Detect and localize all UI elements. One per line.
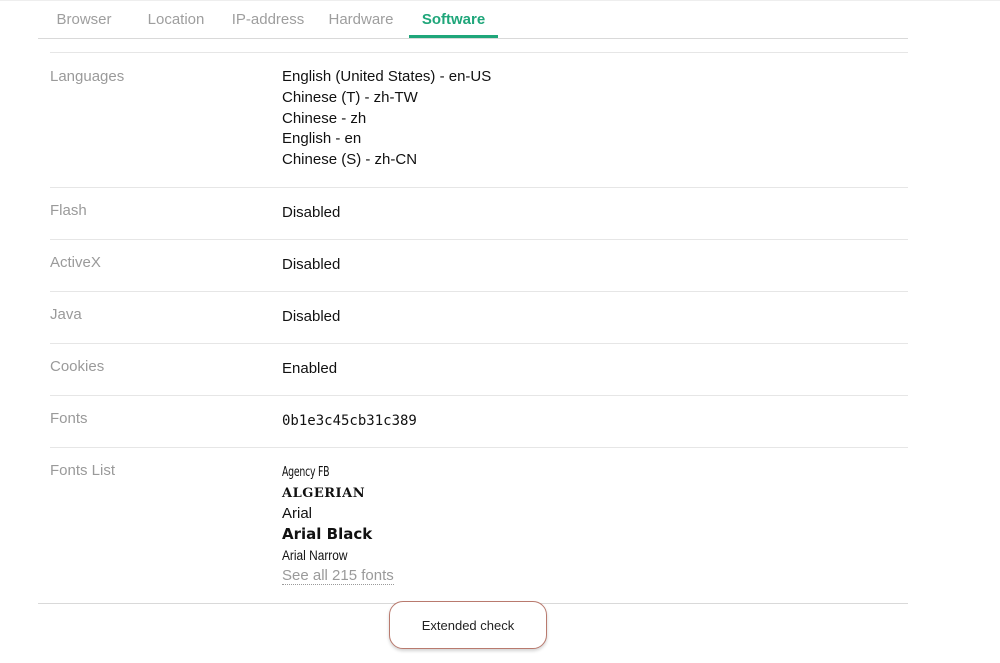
row-divider bbox=[50, 187, 908, 188]
extended-check-button[interactable]: Extended check bbox=[389, 601, 547, 649]
activex-value: Disabled bbox=[282, 256, 341, 273]
software-page: Browser Location IP-address Hardware Sof… bbox=[0, 0, 1000, 663]
fonts-list-label: Fonts List bbox=[50, 462, 116, 479]
font-sample-arial-narrow: Arial Narrow bbox=[282, 547, 348, 564]
extended-check-label: Extended check bbox=[421, 617, 515, 633]
language-item: Chinese (T) - zh-TW bbox=[282, 88, 418, 106]
tab-ip-address[interactable]: IP-address bbox=[228, 11, 308, 38]
active-tab-indicator bbox=[409, 35, 498, 38]
java-label: Java bbox=[50, 306, 82, 323]
languages-list: English (United States) - en-US Chinese … bbox=[282, 67, 491, 171]
language-item: Chinese (S) - zh-CN bbox=[282, 151, 418, 169]
tab-software[interactable]: Software bbox=[409, 11, 498, 38]
row-divider bbox=[50, 291, 908, 292]
tab-location[interactable]: Location bbox=[138, 11, 214, 38]
activex-label: ActiveX bbox=[50, 254, 101, 271]
language-item: Chinese - zh bbox=[282, 109, 367, 127]
fonts-label: Fonts bbox=[50, 410, 88, 427]
font-item: Arial bbox=[282, 504, 394, 525]
languages-label: Languages bbox=[50, 68, 125, 85]
font-sample-agency-fb: Agency FB bbox=[282, 465, 330, 480]
font-sample-arial: Arial bbox=[282, 504, 313, 522]
row-divider bbox=[50, 52, 908, 53]
row-divider bbox=[50, 239, 908, 240]
font-sample-algerian: ALGERIAN bbox=[282, 485, 366, 501]
tab-hardware[interactable]: Hardware bbox=[324, 11, 398, 38]
flash-label: Flash bbox=[50, 202, 87, 219]
see-all-fonts-row: See all 215 fonts bbox=[282, 566, 394, 587]
fonts-list: Agency FB ALGERIAN Arial Arial Black Ari… bbox=[282, 462, 394, 587]
font-item: Arial Narrow bbox=[282, 545, 394, 566]
row-divider bbox=[50, 343, 908, 344]
tab-browser[interactable]: Browser bbox=[38, 11, 130, 38]
font-sample-arial-black: Arial Black bbox=[282, 525, 373, 544]
font-item: Arial Black bbox=[282, 524, 394, 545]
fonts-hash-value: 0b1e3c45cb31c389 bbox=[282, 413, 417, 429]
language-item: English (United States) - en-US bbox=[282, 68, 492, 85]
row-divider bbox=[50, 395, 908, 396]
font-item: Agency FB bbox=[282, 462, 394, 483]
see-all-fonts-link[interactable]: See all 215 fonts bbox=[282, 566, 394, 585]
language-item: English - en bbox=[282, 130, 362, 148]
cookies-label: Cookies bbox=[50, 358, 105, 375]
row-divider bbox=[50, 447, 908, 448]
font-item: ALGERIAN bbox=[282, 483, 394, 504]
java-value: Disabled bbox=[282, 308, 341, 325]
flash-value: Disabled bbox=[282, 204, 341, 221]
cookies-value: Enabled bbox=[282, 360, 338, 377]
tab-bar: Browser Location IP-address Hardware Sof… bbox=[38, 0, 908, 39]
